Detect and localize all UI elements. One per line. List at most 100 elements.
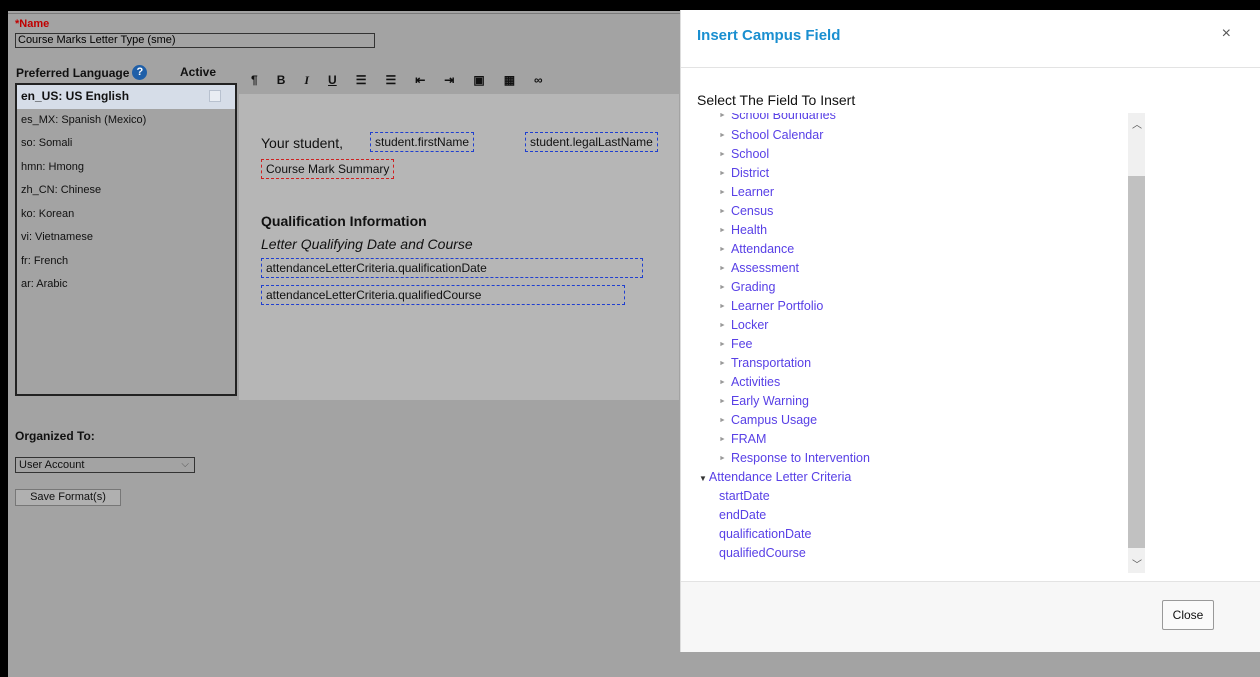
language-item[interactable]: en_US: US English <box>17 85 235 109</box>
tree-item-label: School Calendar <box>730 128 824 142</box>
save-formats-button[interactable]: Save Format(s) <box>15 489 121 506</box>
tree-item[interactable]: ► School Boundaries <box>719 113 836 122</box>
expand-arrow-icon: ► <box>719 455 726 462</box>
tree-item-label: Campus Usage <box>730 413 818 427</box>
tree-item[interactable]: ► Early Warning <box>719 394 809 408</box>
expand-arrow-icon: ► <box>719 436 726 443</box>
tree-item[interactable]: ► Grading <box>719 280 775 294</box>
language-item[interactable]: zh_CN: Chinese <box>17 179 235 203</box>
tree-item[interactable]: ► Response to Intervention <box>719 451 870 465</box>
expand-arrow-icon: ► <box>719 113 726 119</box>
help-icon[interactable]: ? <box>132 65 148 80</box>
italic-icon[interactable]: I <box>304 73 309 88</box>
last-name-field[interactable]: student.legalLastName <box>525 132 658 152</box>
tree-item-label: School Boundaries <box>730 113 836 122</box>
tree-leaf[interactable]: startDate <box>719 489 770 503</box>
language-item[interactable]: hmn: Hmong <box>17 156 235 180</box>
qualification-date-field[interactable]: attendanceLetterCriteria.qualificationDa… <box>261 258 643 278</box>
tree-item[interactable]: ► Fee <box>719 337 752 351</box>
language-item-label: zh_CN: Chinese <box>21 184 102 196</box>
scroll-thumb[interactable] <box>1128 176 1145 548</box>
tree-item[interactable]: ► Assessment <box>719 261 799 275</box>
language-list[interactable]: en_US: US English es_MX: Spanish (Mexico… <box>15 83 237 396</box>
paragraph-icon[interactable]: ¶ <box>251 73 258 87</box>
scroll-down-icon[interactable]: ﹀ <box>1132 556 1142 571</box>
language-item-label: fr: French <box>21 254 69 267</box>
scroll-up-icon[interactable]: ︿ <box>1132 116 1142 131</box>
language-item[interactable]: ar: Arabic <box>17 273 235 297</box>
tree-item[interactable]: ► Transportation <box>719 356 811 370</box>
language-item[interactable]: ko: Korean <box>17 203 235 227</box>
tree-item[interactable]: ► Activities <box>719 375 780 389</box>
active-checkbox[interactable] <box>209 90 221 102</box>
bold-icon[interactable]: B <box>277 73 286 87</box>
modal-footer: Close <box>681 581 1260 652</box>
language-item-label: vi: Vietnamese <box>21 231 93 243</box>
tree-item-label: District <box>730 166 770 180</box>
language-item[interactable]: es_MX: Spanish (Mexico) <box>17 109 235 133</box>
outdent-icon[interactable]: ⇤ <box>415 73 425 87</box>
bulleted-list-icon[interactable]: ☰ <box>356 73 367 87</box>
tree-item-label: Learner <box>730 185 775 199</box>
language-item-label: es_MX: Spanish (Mexico) <box>21 113 147 126</box>
qualified-course-field[interactable]: attendanceLetterCriteria.qualifiedCourse <box>261 285 625 305</box>
name-input[interactable]: Course Marks Letter Type (sme) <box>15 33 375 48</box>
tree-item-label: Activities <box>730 375 781 389</box>
tree-item-label: School <box>730 147 770 161</box>
organized-to-select[interactable]: User Account ⌵ <box>15 457 195 473</box>
tree-item-label: Assessment <box>730 261 800 275</box>
expand-arrow-icon: ► <box>719 151 726 158</box>
first-name-field[interactable]: student.firstName <box>370 132 475 152</box>
close-icon[interactable]: × <box>1222 25 1231 43</box>
table-icon[interactable]: ▦ <box>504 73 515 87</box>
qualification-heading: Qualification Information <box>261 213 427 229</box>
name-label: *Name <box>15 18 50 30</box>
link-icon[interactable]: ∞ <box>534 73 543 87</box>
editor-body[interactable]: Your student, student.firstName student.… <box>239 94 679 400</box>
tree-item[interactable]: ► Campus Usage <box>719 413 817 427</box>
underline-icon[interactable]: U <box>328 73 337 87</box>
language-item[interactable]: so: Somali <box>17 132 235 156</box>
tree-item-label: FRAM <box>730 432 767 446</box>
editor-toolbar: ¶ B I U ☰ ☰ ⇤ ⇥ ▣ ▦ ∞ <box>239 65 679 95</box>
collapse-arrow-icon: ▼ <box>699 474 707 483</box>
expand-arrow-icon: ► <box>719 189 726 196</box>
close-button[interactable]: Close <box>1162 600 1214 630</box>
tree-item[interactable]: ► District <box>719 166 769 180</box>
modal-header: Insert Campus Field × <box>681 10 1260 68</box>
tree-leaf[interactable]: qualifiedCourse <box>719 546 806 560</box>
field-tree[interactable]: ► School Boundaries ► School Calendar ► Sch… <box>699 113 1164 573</box>
tree-item[interactable]: ► School <box>719 147 769 161</box>
image-icon[interactable]: ▣ <box>473 73 484 87</box>
numbered-list-icon[interactable]: ☰ <box>385 73 396 87</box>
tree-group-label: Attendance Letter Criteria <box>708 470 852 484</box>
preferred-language-label: Preferred Language <box>16 65 130 80</box>
tree-item[interactable]: ► Census <box>719 204 773 218</box>
tree-item[interactable]: ► Attendance <box>719 242 794 256</box>
tree-group-expanded[interactable]: ▼ Attendance Letter Criteria <box>699 470 851 484</box>
tree-item[interactable]: ► Learner Portfolio <box>719 299 823 313</box>
tree-scrollbar[interactable]: ︿ ﹀ <box>1128 113 1145 573</box>
expand-arrow-icon: ► <box>719 246 726 253</box>
tree-item-label: Locker <box>730 318 769 332</box>
language-item[interactable]: fr: French <box>17 250 235 274</box>
tree-item[interactable]: ► Health <box>719 223 767 237</box>
expand-arrow-icon: ► <box>719 379 726 386</box>
select-field-label: Select The Field To Insert <box>697 92 856 108</box>
tree-item[interactable]: ► Learner <box>719 185 774 199</box>
tree-item-label: Grading <box>730 280 776 294</box>
indent-icon[interactable]: ⇥ <box>444 73 454 87</box>
language-item-label: ko: Korean <box>21 207 75 220</box>
course-mark-summary-field[interactable]: Course Mark Summary <box>261 159 395 179</box>
tree-leaf[interactable]: qualificationDate <box>719 527 811 541</box>
tree-leaf[interactable]: endDate <box>719 508 766 522</box>
preferred-language-header: Preferred Language ? <box>16 65 148 80</box>
language-item-label: hmn: Hmong <box>21 160 84 173</box>
tree-item[interactable]: ► Locker <box>719 318 768 332</box>
language-item[interactable]: vi: Vietnamese <box>17 226 235 250</box>
tree-item-label: Fee <box>730 337 753 351</box>
tree-item[interactable]: ► School Calendar <box>719 128 823 142</box>
expand-arrow-icon: ► <box>719 265 726 272</box>
tree-item[interactable]: ► FRAM <box>719 432 766 446</box>
tree-item-label: Attendance <box>730 242 795 256</box>
